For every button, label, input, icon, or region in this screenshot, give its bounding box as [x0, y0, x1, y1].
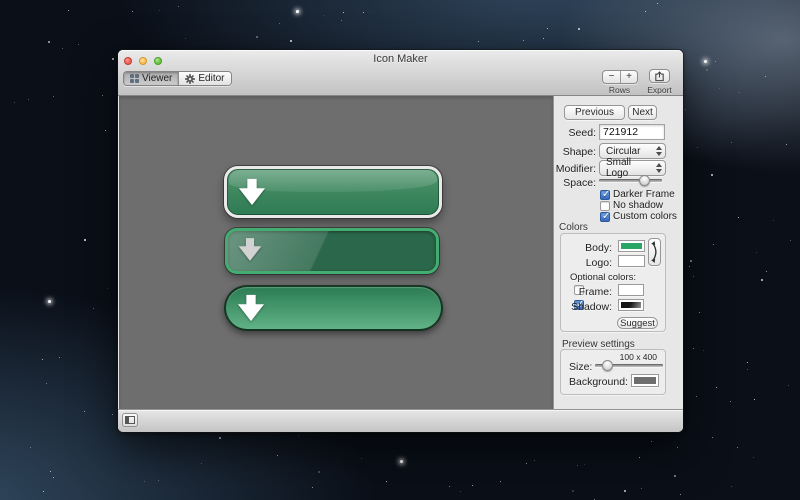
- sidebar-toggle-button[interactable]: [122, 413, 138, 427]
- chevron-up-down-icon: [653, 163, 662, 173]
- title-bar: Icon Maker Viewer Editor − + Rows Export: [118, 50, 683, 96]
- checkbox-label: No shadow: [613, 200, 663, 211]
- checkbox-label: Custom colors: [613, 211, 677, 222]
- down-arrow-icon: [237, 178, 267, 206]
- export-button[interactable]: [649, 69, 670, 83]
- down-arrow-icon: [237, 237, 263, 262]
- preview-group: 100 x 400 Size: Background:: [560, 349, 666, 395]
- shadow-color-label: Shadow:: [571, 301, 612, 313]
- modifier-label: Modifier:: [556, 163, 596, 175]
- colors-group-title: Colors: [559, 222, 588, 233]
- swap-arrow-icon: [650, 240, 659, 264]
- wallpaper: Icon Maker Viewer Editor − + Rows Export…: [0, 0, 800, 500]
- frame-color-label: Frame:: [579, 286, 612, 298]
- body-color-well[interactable]: [618, 240, 645, 252]
- icon-preview-row-1[interactable]: [224, 166, 442, 218]
- size-slider[interactable]: [595, 359, 663, 372]
- icon-preview-row-2[interactable]: [225, 228, 439, 274]
- checkbox-box: [600, 190, 610, 200]
- logo-color-well[interactable]: [618, 255, 645, 267]
- shape-value: Circular: [606, 146, 653, 157]
- export-label: Export: [642, 85, 677, 95]
- tab-editor-label: Editor: [198, 73, 224, 84]
- checkbox-box: [600, 201, 610, 211]
- background-color-well[interactable]: [631, 374, 659, 387]
- slider-track: [599, 179, 662, 182]
- chevron-up-down-icon: [653, 146, 662, 156]
- checkbox-label: Darker Frame: [613, 189, 675, 200]
- rows-increment-button[interactable]: +: [620, 71, 637, 83]
- status-bar: [118, 409, 683, 432]
- checkbox-box: [600, 212, 610, 222]
- rows-stepper: − +: [602, 70, 638, 84]
- frame-color-well[interactable]: [618, 284, 644, 296]
- next-button[interactable]: Next: [628, 105, 657, 120]
- colors-group: Body: Logo: Optional colors: Frame: ✓ Sh…: [560, 233, 666, 332]
- checkbox-custom-colors[interactable]: Custom colors: [600, 211, 677, 222]
- shape-label: Shape:: [563, 146, 596, 158]
- logo-color-label: Logo:: [586, 257, 612, 269]
- background-label: Background:: [569, 376, 628, 388]
- suggest-button[interactable]: Suggest: [617, 317, 658, 329]
- shadow-color-well[interactable]: [618, 299, 644, 311]
- checkbox-no-shadow[interactable]: No shadow: [600, 200, 663, 211]
- size-label: Size:: [569, 361, 592, 373]
- sidebar-toggle-icon: [125, 416, 135, 424]
- slider-thumb: [602, 360, 613, 371]
- tab-viewer-label: Viewer: [142, 73, 172, 84]
- viewer-canvas: [119, 96, 553, 409]
- slider-thumb: [639, 175, 650, 186]
- previous-button[interactable]: Previous: [564, 105, 625, 120]
- swap-colors-button[interactable]: [648, 238, 661, 266]
- down-arrow-icon: [236, 294, 266, 322]
- seed-input[interactable]: [599, 124, 665, 140]
- sidebar: Previous Next Seed: Shape: Circular Modi…: [553, 96, 682, 409]
- body-color-label: Body:: [585, 242, 612, 254]
- tab-editor[interactable]: Editor: [178, 72, 230, 85]
- rows-label: Rows: [602, 85, 637, 95]
- space-slider[interactable]: [599, 174, 662, 187]
- optional-colors-label: Optional colors:: [570, 272, 636, 283]
- icon-maker-window: Icon Maker Viewer Editor − + Rows Export…: [118, 50, 683, 432]
- grid-icon: [130, 74, 139, 83]
- export-icon-cell: [650, 70, 669, 82]
- rows-decrement-button[interactable]: −: [603, 71, 620, 83]
- checkbox-darker-frame[interactable]: Darker Frame: [600, 189, 675, 200]
- gear-icon: [185, 74, 195, 84]
- export-icon: [654, 71, 665, 82]
- icon-preview-row-3[interactable]: [224, 285, 443, 331]
- view-switcher: Viewer Editor: [123, 71, 232, 86]
- tab-viewer[interactable]: Viewer: [124, 72, 178, 85]
- window-title: Icon Maker: [118, 53, 683, 65]
- space-label: Space:: [563, 177, 596, 189]
- seed-label: Seed:: [569, 127, 596, 139]
